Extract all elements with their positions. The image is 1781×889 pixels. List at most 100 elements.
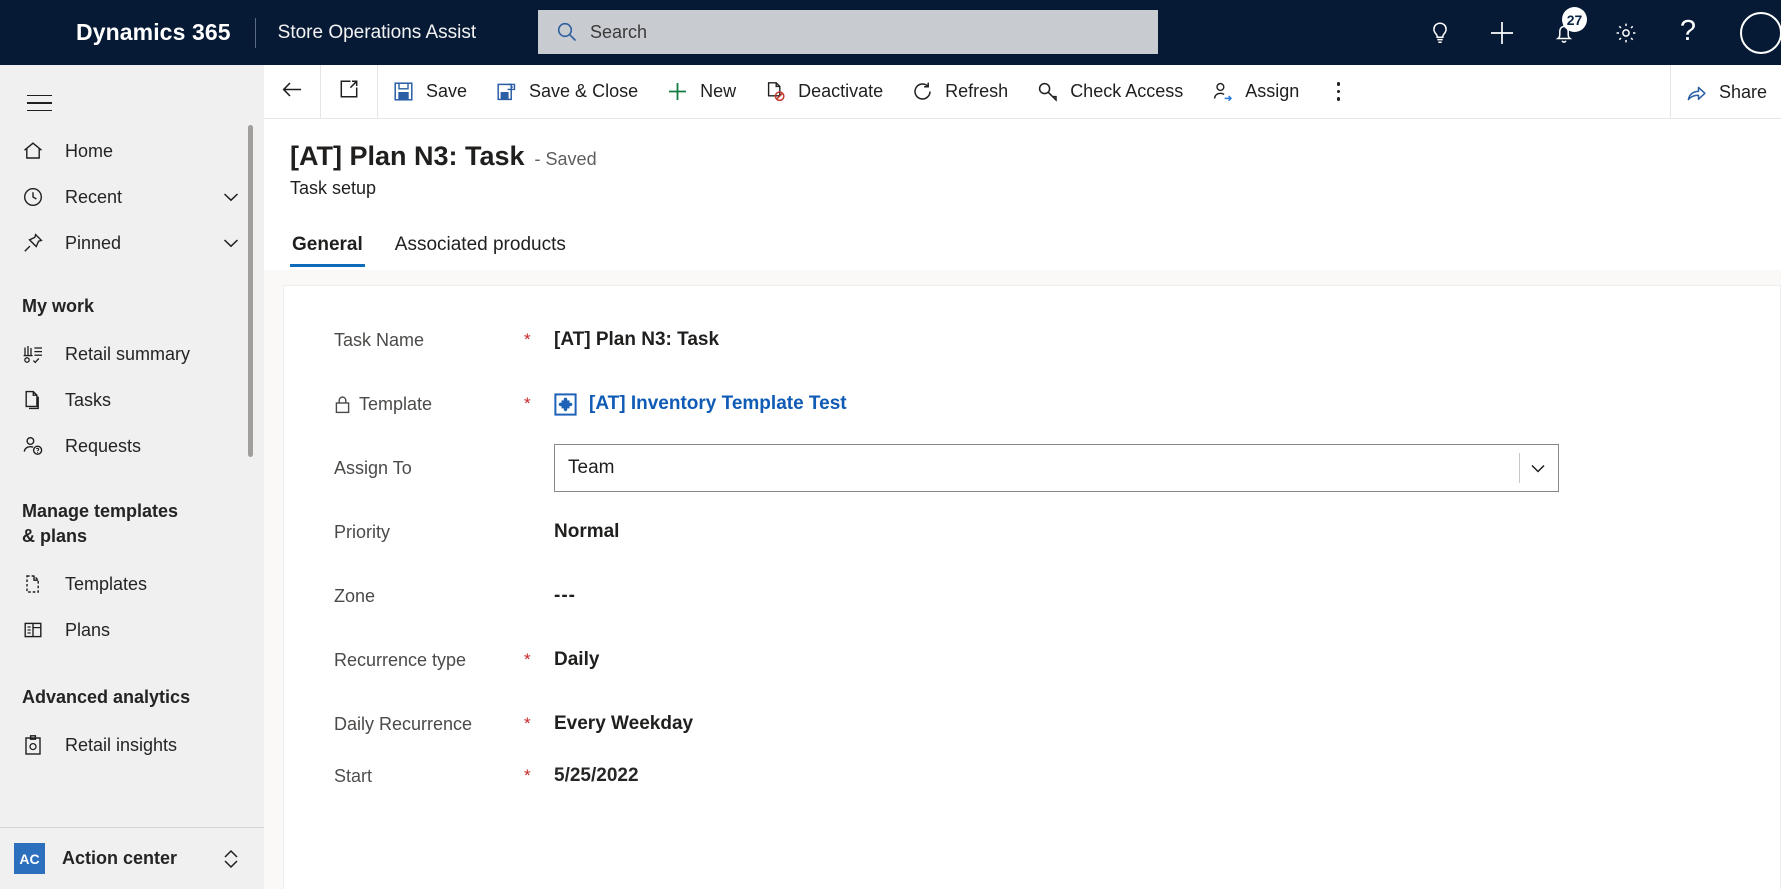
search-input[interactable]: Search <box>538 10 1158 54</box>
field-row-assign-to: Assign To Team <box>284 436 1780 500</box>
sidebar-group-manage-templates-plans: Manage templates & plans <box>22 501 179 546</box>
sidebar-scrollbar[interactable] <box>248 125 253 457</box>
back-button[interactable] <box>264 65 320 119</box>
sidebar-item-label: Recent <box>65 186 123 207</box>
share-button[interactable]: Share <box>1671 65 1781 119</box>
person-question-icon <box>21 434 51 458</box>
chevron-down-icon[interactable] <box>220 186 242 208</box>
sidebar-item-label: Home <box>65 140 114 161</box>
save-icon <box>392 80 415 103</box>
chevron-down-icon[interactable] <box>220 232 242 254</box>
required-indicator: * <box>524 650 531 669</box>
zone-value[interactable]: --- <box>554 585 576 607</box>
field-label: Priority <box>334 521 391 542</box>
field-row-priority: Priority Normal <box>284 500 1780 564</box>
sidebar-item-label: Retail summary <box>65 343 191 364</box>
save-button[interactable]: Save <box>378 65 481 119</box>
product-brand: Dynamics 365 <box>76 19 231 45</box>
plus-icon <box>666 80 689 103</box>
save-status: - Saved <box>534 149 597 169</box>
field-label-text: Template <box>359 393 433 414</box>
assign-button[interactable]: Assign <box>1197 65 1313 119</box>
form-body: Task Name * [AT] Plan N3: Task Template … <box>264 270 1781 889</box>
field-row-task-name: Task Name * [AT] Plan N3: Task <box>284 308 1780 372</box>
more-commands-button[interactable] <box>1313 65 1363 119</box>
notification-count-badge: 27 <box>1562 7 1587 32</box>
pin-icon <box>21 231 51 255</box>
check-access-button[interactable]: Check Access <box>1022 65 1197 119</box>
sidebar-item-label: Pinned <box>65 232 122 253</box>
task-name-value[interactable]: [AT] Plan N3: Task <box>554 329 719 351</box>
record-subtitle: Task setup <box>290 178 377 198</box>
notifications-bell-icon[interactable]: 27 <box>1533 0 1595 65</box>
sidebar-item-home[interactable]: Home <box>0 128 264 174</box>
template-entity-icon <box>554 392 577 416</box>
share-button-label: Share <box>1718 81 1767 102</box>
clock-icon <box>21 185 51 209</box>
sidebar-item-templates[interactable]: Templates <box>0 561 264 607</box>
action-center-label: Action center <box>62 848 178 868</box>
sidebar-item-tasks[interactable]: Tasks <box>0 377 264 423</box>
sidebar-item-retail-insights[interactable]: Retail insights <box>0 722 264 768</box>
home-icon <box>21 139 51 163</box>
template-link-text: [AT] Inventory Template Test <box>589 393 847 414</box>
chart-summary-icon <box>21 342 51 366</box>
daily-recurrence-value[interactable]: Every Weekday <box>554 713 693 735</box>
deactivate-icon <box>764 80 787 103</box>
lightbulb-icon[interactable] <box>1409 0 1471 65</box>
sidebar-group-advanced-analytics: Advanced analytics <box>22 687 191 707</box>
brand-divider <box>254 17 256 48</box>
save-and-close-button[interactable]: Save & Close <box>481 65 652 119</box>
start-value[interactable]: 5/25/2022 <box>554 765 639 787</box>
app-name[interactable]: Store Operations Assist <box>278 22 477 44</box>
open-in-new-window-icon <box>337 77 361 106</box>
assign-to-select[interactable]: Team <box>554 444 1559 492</box>
sidebar-item-label: Templates <box>65 573 148 594</box>
assign-to-value: Team <box>568 457 615 478</box>
sidebar-item-retail-summary[interactable]: Retail summary <box>0 331 264 377</box>
action-center-button[interactable]: AC Action center <box>0 827 264 889</box>
sidebar-item-pinned[interactable]: Pinned <box>0 220 264 266</box>
priority-value[interactable]: Normal <box>554 521 619 543</box>
document-copy-icon <box>21 388 51 412</box>
required-indicator: * <box>524 330 531 349</box>
help-icon[interactable]: ? <box>1657 0 1719 65</box>
avatar[interactable] <box>1719 0 1781 65</box>
recurrence-type-value[interactable]: Daily <box>554 649 599 671</box>
search-placeholder: Search <box>590 21 648 42</box>
new-button-label: New <box>700 81 737 101</box>
refresh-icon <box>911 80 934 103</box>
record-header: [AT] Plan N3: Task - Saved Task setup <box>264 119 1781 199</box>
form-card: Task Name * [AT] Plan N3: Task Template … <box>283 285 1781 889</box>
field-label: Start <box>334 765 373 786</box>
field-row-start: Start * 5/25/2022 <box>284 756 1780 796</box>
tab-associated-products[interactable]: Associated products <box>393 234 568 267</box>
search-icon <box>556 21 578 43</box>
sidebar-item-plans[interactable]: Plans <box>0 607 264 653</box>
gear-icon[interactable] <box>1595 0 1657 65</box>
site-map-toggle-icon[interactable] <box>13 78 65 128</box>
open-in-new-window-button[interactable] <box>321 65 377 119</box>
new-button[interactable]: New <box>652 65 750 119</box>
tab-general[interactable]: General <box>290 234 365 267</box>
field-row-zone: Zone --- <box>284 564 1780 628</box>
plus-icon[interactable] <box>1471 0 1533 65</box>
field-label: Task Name <box>334 329 425 350</box>
key-icon <box>1036 80 1059 103</box>
required-indicator: * <box>524 714 531 733</box>
lock-icon <box>334 395 351 414</box>
command-bar: Save Save & Close New Deactivate Refresh… <box>264 64 1781 119</box>
chevron-down-icon[interactable] <box>1526 456 1550 480</box>
template-lookup-link[interactable]: [AT] Inventory Template Test <box>554 392 847 416</box>
refresh-button[interactable]: Refresh <box>897 65 1022 119</box>
table-layout-icon <box>21 618 51 642</box>
sidebar-item-requests[interactable]: Requests <box>0 423 264 469</box>
field-row-daily-recurrence: Daily Recurrence * Every Weekday <box>284 692 1780 756</box>
sidebar-item-label: Requests <box>65 435 142 456</box>
deactivate-button[interactable]: Deactivate <box>750 65 897 119</box>
check-access-button-label: Check Access <box>1070 81 1184 101</box>
sidebar-item-recent[interactable]: Recent <box>0 174 264 220</box>
chevron-up-down-icon[interactable] <box>220 846 242 872</box>
top-bar-actions: 27 ? <box>1409 0 1781 65</box>
save-and-close-icon <box>495 80 518 103</box>
